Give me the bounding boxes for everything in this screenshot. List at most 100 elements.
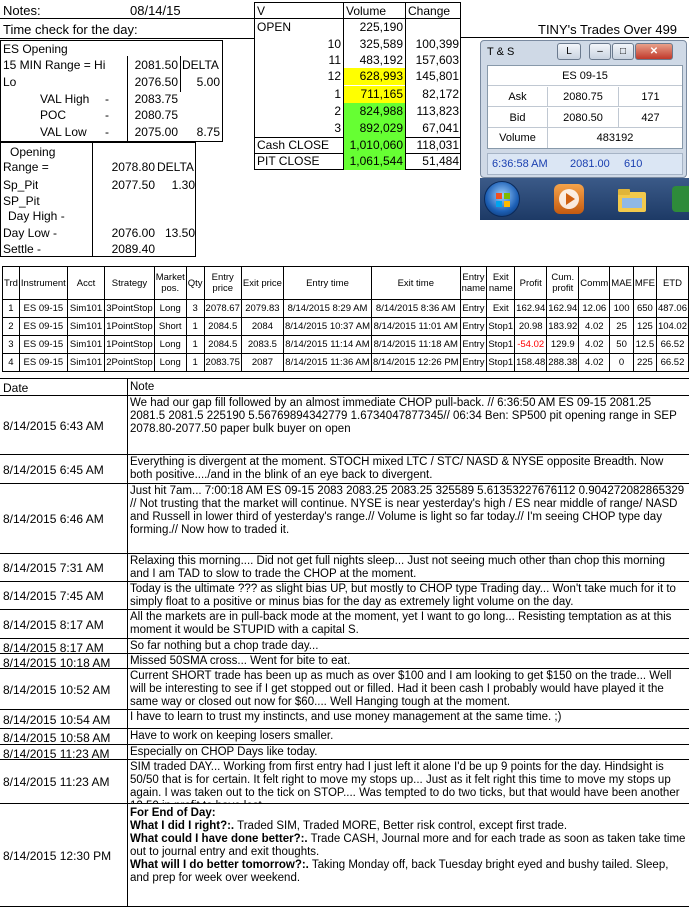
trade-cell: 25: [609, 317, 634, 336]
col-header: Market pos.: [153, 266, 187, 300]
trade-cell: 20.98: [514, 317, 548, 336]
trade-cell: 2079.83: [240, 299, 284, 318]
trade-cell: Stop1: [486, 317, 516, 336]
settle-label: Settle -: [3, 242, 42, 256]
notes-log: Date Note 8/14/2015 6:43 AM We had our ga…: [0, 378, 689, 908]
volume-row-label: 2: [334, 104, 341, 118]
trade-cell: 1: [185, 353, 205, 372]
trade-cell: 8/14/2015 8:36 AM: [371, 299, 461, 318]
volume-row-value: 325,589: [359, 37, 403, 51]
time-check-label: Time check for the day:: [3, 22, 138, 37]
val-high-label: VAL High: [40, 92, 90, 106]
volume-row-change: 118,031: [416, 138, 460, 152]
trade-cell: Sim101: [66, 299, 106, 318]
trade-cell: Stop1: [486, 353, 516, 372]
eod-question: What could I have done better?:. Trade C…: [130, 833, 686, 858]
trade-row: 4 ES 09-15 Sim101 2PointStop Long 1 2083.75 208…: [2, 353, 689, 372]
trades-header-row: Trd Instrument Acct Strategy Market pos.…: [2, 266, 689, 300]
file-explorer-icon[interactable]: [616, 184, 648, 214]
volume-row-change: 51,484: [422, 154, 459, 168]
trade-cell: 8/14/2015 12:26 PM: [371, 353, 461, 372]
log-entry: 8/14/2015 6:45 AM Everything is divergent…: [0, 455, 689, 484]
trade-cell: Long: [153, 299, 187, 318]
volume-row-label: 10: [327, 37, 341, 51]
ts-volume-row: Volume 483192: [488, 128, 682, 148]
spreadsheet-page: Notes: 08/14/15 Time check for the day: …: [0, 0, 689, 908]
windows-start-icon[interactable]: [484, 181, 520, 217]
trade-cell: ES 09-15: [18, 353, 68, 372]
trade-cell: 2083.5: [240, 335, 284, 354]
volume-row-value: 711,165: [344, 86, 405, 103]
col-header: Strategy: [104, 266, 155, 300]
opening-range-value: 2078.80: [111, 160, 155, 174]
trade-cell: 1: [185, 335, 205, 354]
log-entry-note: I have to learn to trust my instincts, a…: [130, 711, 562, 723]
lo-label: Lo: [3, 75, 17, 89]
log-entry: 8/14/2015 11:23 AM SIM traded DAY... Work…: [0, 760, 689, 804]
close-button[interactable]: ✕: [635, 43, 673, 60]
trade-cell: Long: [153, 353, 187, 372]
trade-cell: Sim101: [66, 317, 106, 336]
notes-label: Notes:: [3, 3, 41, 18]
volume-row-label: 11: [328, 53, 341, 67]
log-entry-date: 8/14/2015 11:23 AM: [3, 775, 110, 789]
trades-table: Trd Instrument Acct Strategy Market pos.…: [2, 266, 689, 372]
trade-cell: Entry: [459, 317, 488, 336]
col-header: ETD: [655, 266, 689, 300]
volume-header-change: Change: [408, 4, 451, 18]
trade-cell: 0: [609, 353, 634, 372]
log-entry-date: 8/14/2015 6:45 AM: [3, 463, 104, 477]
time-and-sales-window[interactable]: T & S L – □ ✕ ES 09-15 Ask 2080.75 171 B…: [480, 40, 687, 178]
trade-cell: 8/14/2015 11:18 AM: [371, 335, 461, 354]
date-value: 08/14/15: [130, 3, 181, 18]
log-entry: 8/14/2015 8:17 AM So far nothing but a ch…: [0, 639, 689, 655]
ts-window-title: T & S: [487, 46, 515, 58]
log-entry: 8/14/2015 12:30 PM For End of Day: What I …: [0, 804, 689, 907]
trade-cell: 2084.5: [203, 335, 242, 354]
trade-cell: 8/14/2015 10:37 AM: [282, 317, 373, 336]
val-delta-value: 8.75: [196, 125, 220, 139]
ts-ask-price: 2080.75: [563, 91, 603, 103]
minimize-button[interactable]: –: [589, 43, 611, 60]
log-entry-date: 8/14/2015 7:31 AM: [3, 561, 104, 575]
volume-row-change: 157,603: [415, 53, 459, 67]
volume-header-v: V: [257, 4, 266, 18]
app-icon[interactable]: [672, 186, 689, 212]
trade-cell: 4.02: [578, 335, 611, 354]
sp-pit2-label: SP_Pit: [3, 194, 40, 208]
volume-row-value: 1,061,544: [344, 153, 405, 170]
col-header: Comm: [578, 266, 611, 300]
col-header: MFE: [632, 266, 657, 300]
volume-row-change: 67,041: [422, 121, 459, 135]
trade-cell: 66.52: [655, 335, 689, 354]
trade-cell: 8/14/2015 11:01 AM: [371, 317, 461, 336]
ts-bid-row: Bid 2080.50 427: [488, 108, 682, 128]
ts-volume-value: 483192: [596, 132, 634, 144]
col-header: Exit name: [486, 266, 516, 300]
ts-symbol: ES 09-15: [488, 66, 682, 86]
trade-cell: 100: [609, 299, 634, 318]
trade-cell: Entry: [459, 299, 488, 318]
ts-tape-row: 6:36:58 AM 2081.00 610: [487, 153, 683, 175]
log-entry-note: Missed 50SMA cross... Went for bite to e…: [130, 655, 351, 667]
volume-row-label: 3: [334, 121, 341, 135]
col-header: Entry time: [282, 266, 373, 300]
volume-row-value: 1,010,060: [344, 137, 405, 154]
delta-value: 5.00: [196, 75, 220, 89]
log-entry-date: 8/14/2015 12:30 PM: [3, 849, 112, 863]
col-header: Entry price: [203, 266, 242, 300]
trade-cell: 4.02: [578, 317, 611, 336]
log-entry: 8/14/2015 6:46 AM Just hit 7am... 7:00:18…: [0, 484, 689, 554]
trade-cell: 487.06: [655, 299, 689, 318]
trade-cell: 2078.67: [203, 299, 242, 318]
val-low-label: VAL Low: [40, 125, 87, 139]
col-header: Exit time: [371, 266, 461, 300]
media-player-icon[interactable]: [554, 184, 584, 214]
range-hi-label: 15 MIN Range = Hi: [3, 58, 106, 72]
maximize-button[interactable]: □: [612, 43, 634, 60]
ts-link-button[interactable]: L: [557, 43, 581, 60]
trade-cell: 158.48: [514, 353, 548, 372]
trade-cell: 183.92: [546, 317, 580, 336]
trade-cell: 162.94: [514, 299, 548, 318]
trade-cell: 104.02: [655, 317, 689, 336]
